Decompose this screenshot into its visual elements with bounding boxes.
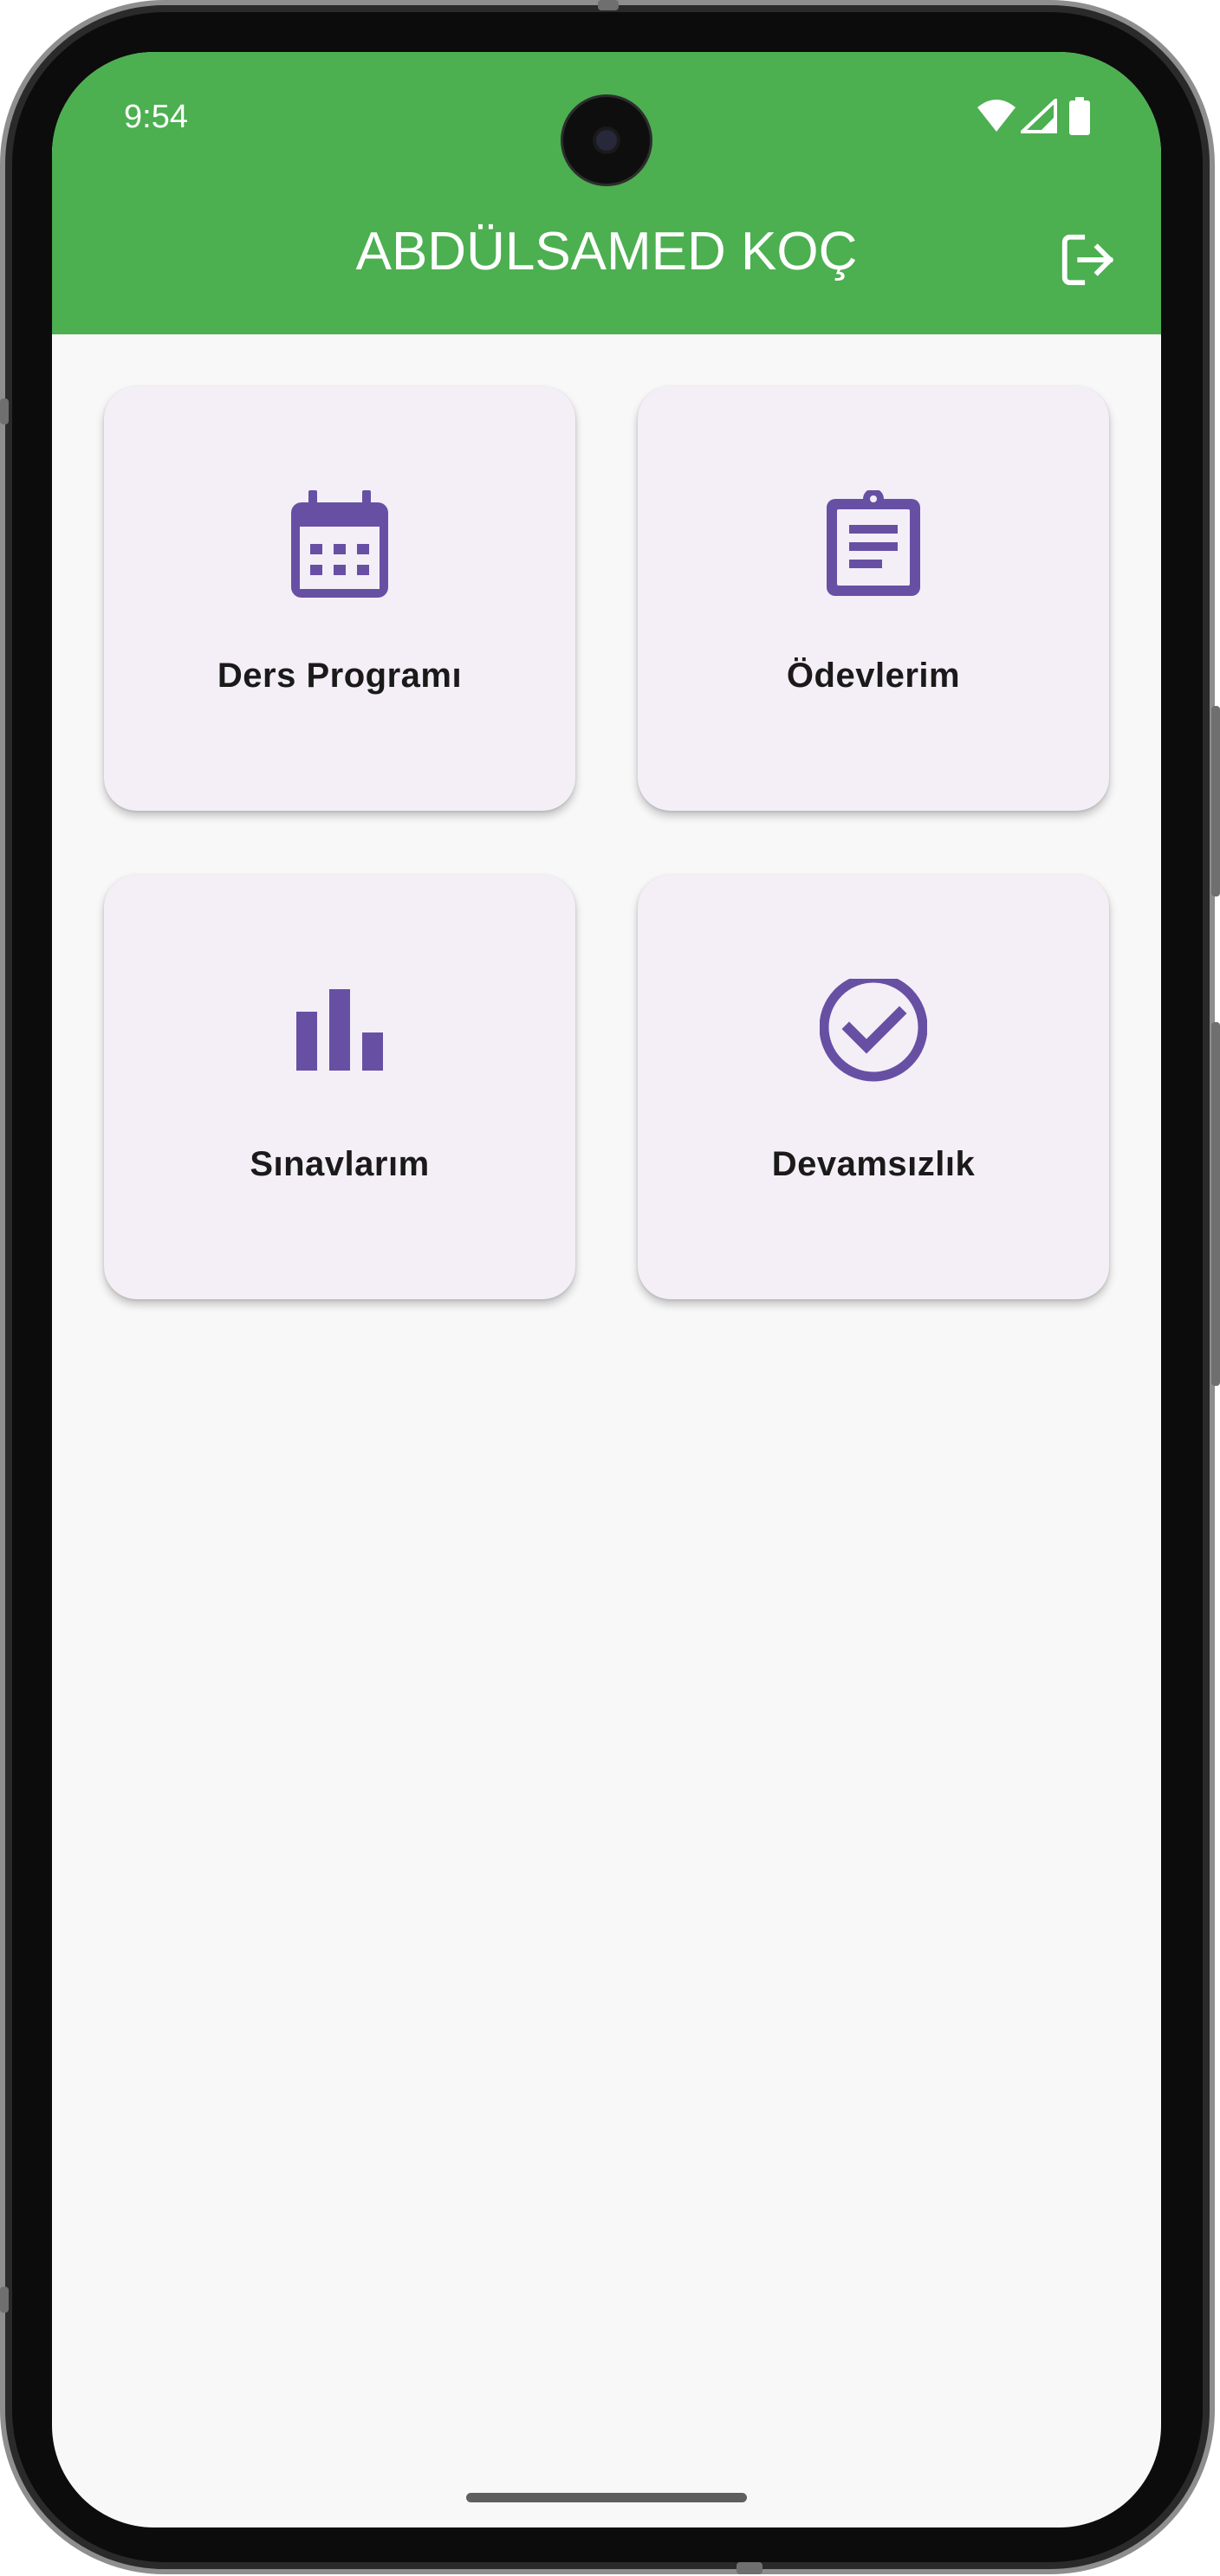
frame-notch-bottom xyxy=(737,2562,762,2574)
menu-card-sinavlarim[interactable]: Sınavlarım xyxy=(104,875,575,1299)
power-button xyxy=(1211,1022,1220,1386)
app-bar: 9:54 ABDÜLSAMED KOÇ xyxy=(52,52,1161,334)
screen: 9:54 ABDÜLSAMED KOÇ Ders Programı Ödevle… xyxy=(52,52,1161,2527)
menu-card-odevlerim[interactable]: Ödevlerim xyxy=(638,386,1109,811)
status-icons xyxy=(977,97,1151,140)
frame-notch-top xyxy=(598,0,619,10)
page-title: ABDÜLSAMED KOÇ xyxy=(355,222,858,282)
volume-button xyxy=(1211,706,1220,896)
frame-notch-left-bottom xyxy=(0,2287,9,2313)
menu-card-label: Sınavlarım xyxy=(250,1145,430,1183)
calendar-icon xyxy=(291,490,388,598)
logout-button[interactable] xyxy=(1057,230,1118,290)
menu-card-label: Ödevlerim xyxy=(786,657,961,695)
clipboard-icon xyxy=(827,490,920,596)
status-time: 9:54 xyxy=(124,99,188,135)
wifi-icon xyxy=(977,100,1016,132)
menu-card-label: Ders Programı xyxy=(217,657,463,695)
check-circle-icon xyxy=(820,979,927,1082)
front-camera xyxy=(563,97,650,184)
home-indicator[interactable] xyxy=(466,2493,747,2502)
menu-card-label: Devamsızlık xyxy=(771,1145,976,1183)
menu-card-ders-programi[interactable]: Ders Programı xyxy=(104,386,575,811)
battery-icon xyxy=(1069,97,1090,135)
signal-icon xyxy=(1021,99,1057,133)
menu-card-devamsizlik[interactable]: Devamsızlık xyxy=(638,875,1109,1299)
frame-notch-left-top xyxy=(0,398,9,424)
bar-chart-icon xyxy=(296,989,383,1071)
logout-icon xyxy=(1061,234,1114,286)
